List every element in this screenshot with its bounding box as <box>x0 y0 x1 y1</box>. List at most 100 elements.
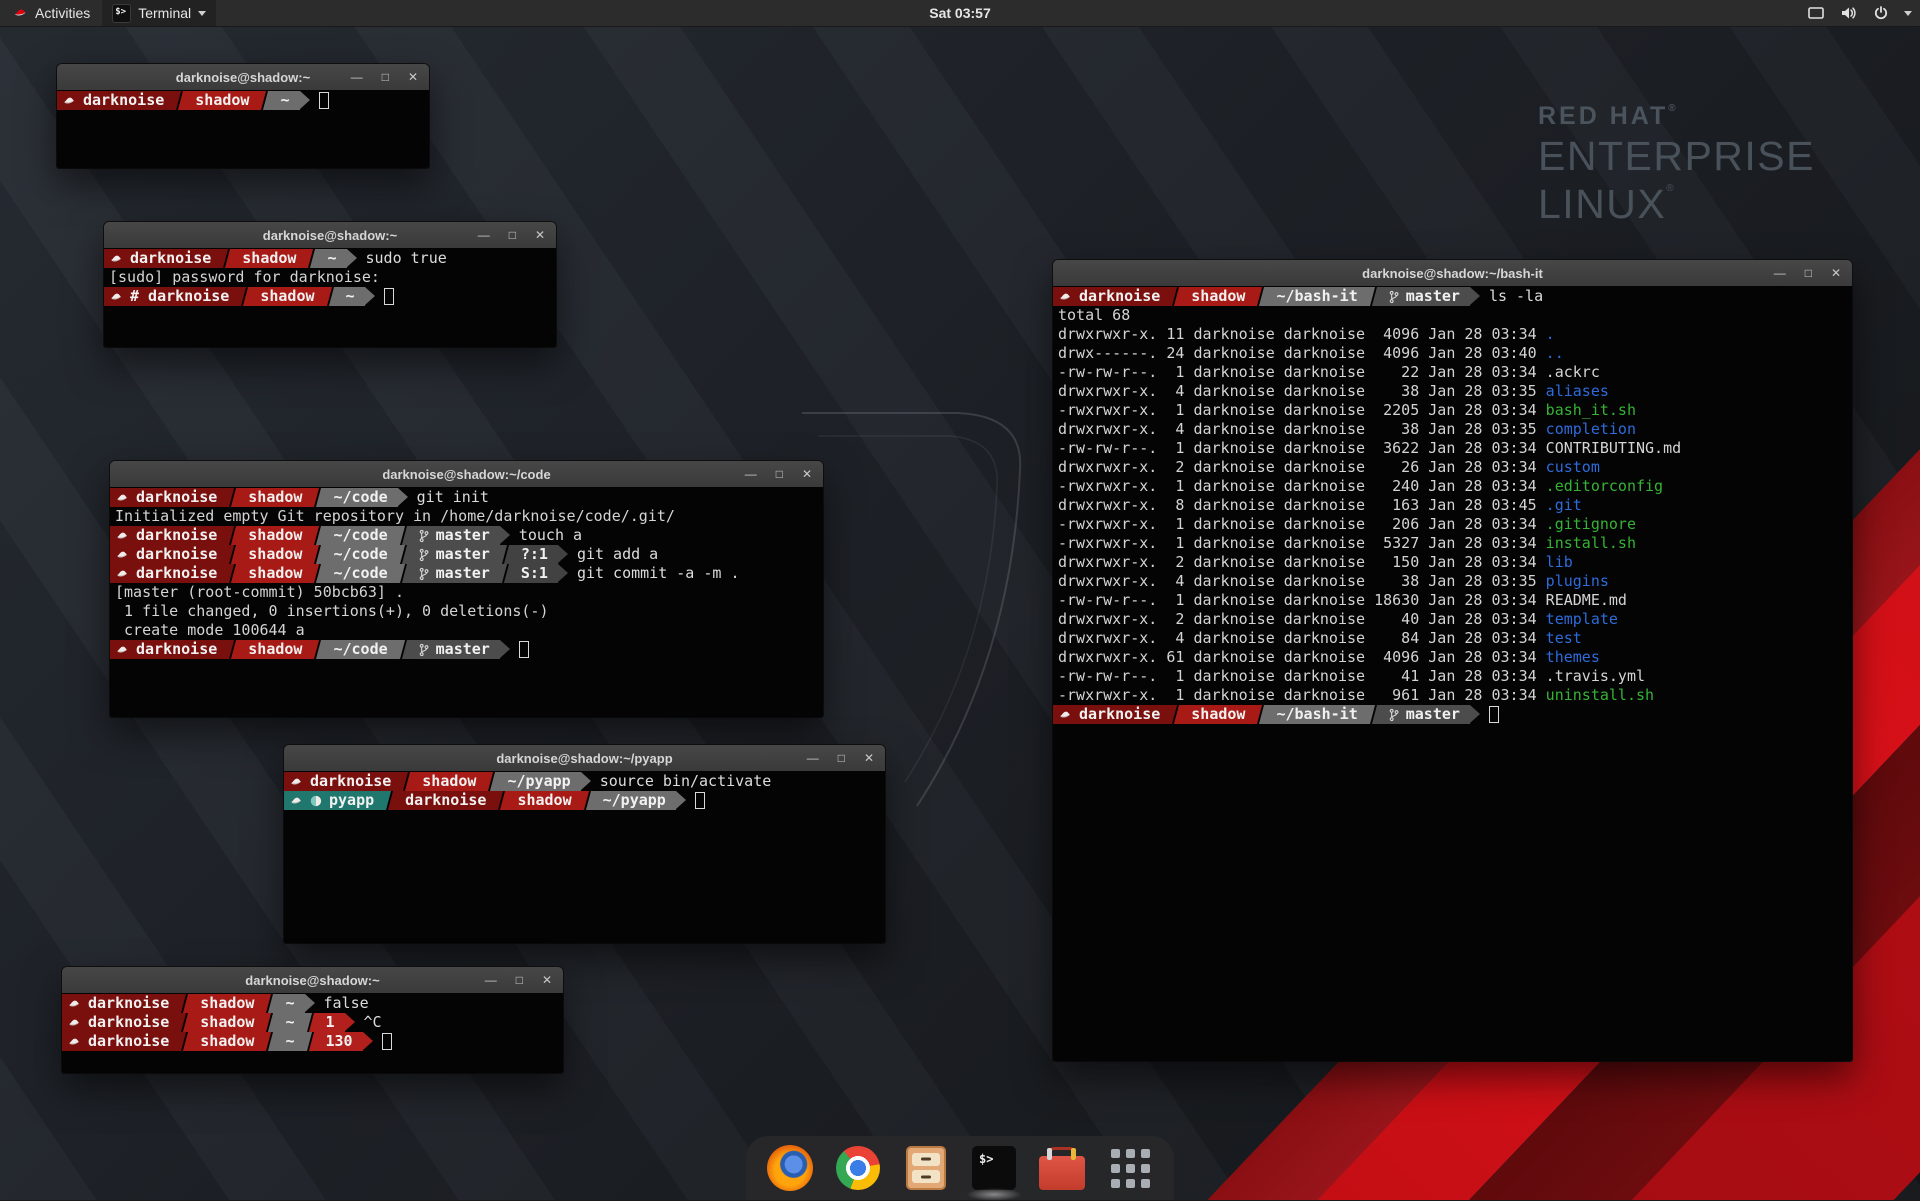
terminal-content[interactable]: darknoiseshadow~/bash-itmasterls -latota… <box>1053 286 1852 1061</box>
ls-row-fields: -rwxrwxr-x. 1 darknoise darknoise 5327 J… <box>1058 534 1546 552</box>
redhat-icon <box>68 1016 81 1029</box>
window-titlebar[interactable]: darknoise@shadow:~/bash-it — □ ✕ <box>1053 260 1852 287</box>
segment-text: darknoise <box>136 640 217 659</box>
power-icon[interactable] <box>1873 5 1889 21</box>
close-button[interactable]: ✕ <box>864 752 874 764</box>
segment-text: darknoise <box>1079 705 1160 724</box>
terminal-content[interactable]: darknoiseshadow~ <box>57 90 429 168</box>
prompt-segment-host: shadow <box>238 488 312 507</box>
ls-row-fields: -rwxrwxr-x. 1 darknoise darknoise 961 Ja… <box>1058 686 1546 704</box>
prompt-line: # darknoiseshadow~ <box>104 287 556 306</box>
display-icon[interactable] <box>1807 5 1825 21</box>
app-menu-button[interactable]: $> Terminal <box>102 0 216 26</box>
minimize-button[interactable]: — <box>807 752 819 764</box>
segment-separator <box>312 526 323 545</box>
minimize-button[interactable]: — <box>1774 267 1786 279</box>
segment-text: ~/bash-it <box>1276 287 1357 306</box>
close-button[interactable]: ✕ <box>408 71 418 83</box>
prompt-segment-path: ~/code <box>323 526 397 545</box>
command-text: git init <box>417 488 489 507</box>
prompt-segment-host: shadow <box>238 564 312 583</box>
dock-item-chrome[interactable] <box>834 1144 882 1192</box>
window-titlebar[interactable]: darknoise@shadow:~ — □ ✕ <box>104 222 556 249</box>
dock-item-toolbox[interactable] <box>1038 1144 1086 1192</box>
prompt-segment-exit: 1 <box>316 1013 345 1032</box>
minimize-button[interactable]: — <box>478 229 490 241</box>
segment-separator <box>1170 287 1181 306</box>
prompt-arrow <box>398 488 408 506</box>
segment-text: shadow <box>517 791 571 810</box>
brand-line-redhat: RED HAT® <box>1538 104 1815 129</box>
redhat-icon <box>116 548 129 561</box>
segment-text: 130 <box>326 1032 353 1051</box>
segment-separator <box>398 526 409 545</box>
maximize-button[interactable]: □ <box>516 974 523 986</box>
segment-separator <box>384 791 395 810</box>
firefox-icon <box>767 1145 813 1191</box>
segment-text: darknoise <box>88 994 169 1013</box>
terminal-content[interactable]: darknoiseshadow~/codegit initInitialized… <box>110 487 823 717</box>
segment-separator <box>398 564 409 583</box>
ls-row: drwxrwxr-x. 8 darknoise darknoise 163 Ja… <box>1053 496 1852 515</box>
window-title: darknoise@shadow:~/bash-it <box>1362 266 1543 281</box>
minimize-button[interactable]: — <box>351 71 363 83</box>
segment-text: shadow <box>422 772 476 791</box>
prompt-segment-path: ~ <box>275 1013 304 1032</box>
maximize-button[interactable]: □ <box>382 71 389 83</box>
command-text: ^C <box>364 1013 382 1032</box>
python-icon <box>310 795 322 807</box>
terminal-content[interactable]: darknoiseshadow~/pyappsource bin/activat… <box>284 771 885 943</box>
activities-button[interactable]: Activities <box>0 0 102 26</box>
volume-icon[interactable] <box>1840 5 1858 21</box>
redhat-icon <box>63 94 76 107</box>
prompt-line: darknoiseshadow~sudo true <box>104 249 556 268</box>
terminal-content[interactable]: darknoiseshadow~falsedarknoiseshadow~1^C… <box>62 993 563 1073</box>
maximize-button[interactable]: □ <box>776 468 783 480</box>
segment-separator <box>179 1032 190 1051</box>
window-title: darknoise@shadow:~ <box>176 70 310 85</box>
prompt-segment-exit: 130 <box>316 1032 363 1051</box>
segment-text: darknoise <box>88 1013 169 1032</box>
close-button[interactable]: ✕ <box>1831 267 1841 279</box>
segment-text: ~/bash-it <box>1276 705 1357 724</box>
segment-separator <box>264 994 275 1013</box>
chevron-down-icon[interactable] <box>1904 11 1912 16</box>
close-button[interactable]: ✕ <box>542 974 552 986</box>
dock-item-firefox[interactable] <box>766 1144 814 1192</box>
prompt-segment-host: shadow <box>1181 287 1255 306</box>
prompt-segment-user: darknoise <box>110 526 227 545</box>
window-titlebar[interactable]: darknoise@shadow:~ — □ ✕ <box>62 967 563 994</box>
segment-text: shadow <box>1191 705 1245 724</box>
prompt-line: darknoiseshadow~/pyappsource bin/activat… <box>284 772 885 791</box>
segment-text: ?:1 <box>521 545 548 564</box>
redhat-icon <box>1059 708 1072 721</box>
prompt-segment-path: ~ <box>275 994 304 1013</box>
file-name: completion <box>1546 420 1636 438</box>
segment-separator <box>401 772 412 791</box>
window-titlebar[interactable]: darknoise@shadow:~/code — □ ✕ <box>110 461 823 488</box>
window-titlebar[interactable]: darknoise@shadow:~/pyapp — □ ✕ <box>284 745 885 772</box>
maximize-button[interactable]: □ <box>1805 267 1812 279</box>
minimize-button[interactable]: — <box>745 468 757 480</box>
segment-text: ~/code <box>333 526 387 545</box>
prompt-segment-path: ~/bash-it <box>1266 287 1367 306</box>
clock[interactable]: Sat 03:57 <box>929 5 990 21</box>
ls-row: -rwxrwxr-x. 1 darknoise darknoise 206 Ja… <box>1053 515 1852 534</box>
prompt-arrow <box>300 91 310 109</box>
close-button[interactable]: ✕ <box>802 468 812 480</box>
segment-text: shadow <box>248 545 302 564</box>
dock-item-files[interactable] <box>902 1144 950 1192</box>
branch-icon <box>419 643 429 657</box>
segment-separator <box>500 545 511 564</box>
maximize-button[interactable]: □ <box>838 752 845 764</box>
minimize-button[interactable]: — <box>485 974 497 986</box>
dock-item-app-grid[interactable] <box>1106 1144 1154 1192</box>
maximize-button[interactable]: □ <box>509 229 516 241</box>
dock-item-terminal[interactable]: $> <box>970 1144 1018 1192</box>
prompt-arrow <box>347 249 357 267</box>
terminal-content[interactable]: darknoiseshadow~sudo true[sudo] password… <box>104 248 556 347</box>
close-button[interactable]: ✕ <box>535 229 545 241</box>
segment-separator <box>312 564 323 583</box>
window-titlebar[interactable]: darknoise@shadow:~ — □ ✕ <box>57 64 429 91</box>
segment-text: ~ <box>285 1032 294 1051</box>
